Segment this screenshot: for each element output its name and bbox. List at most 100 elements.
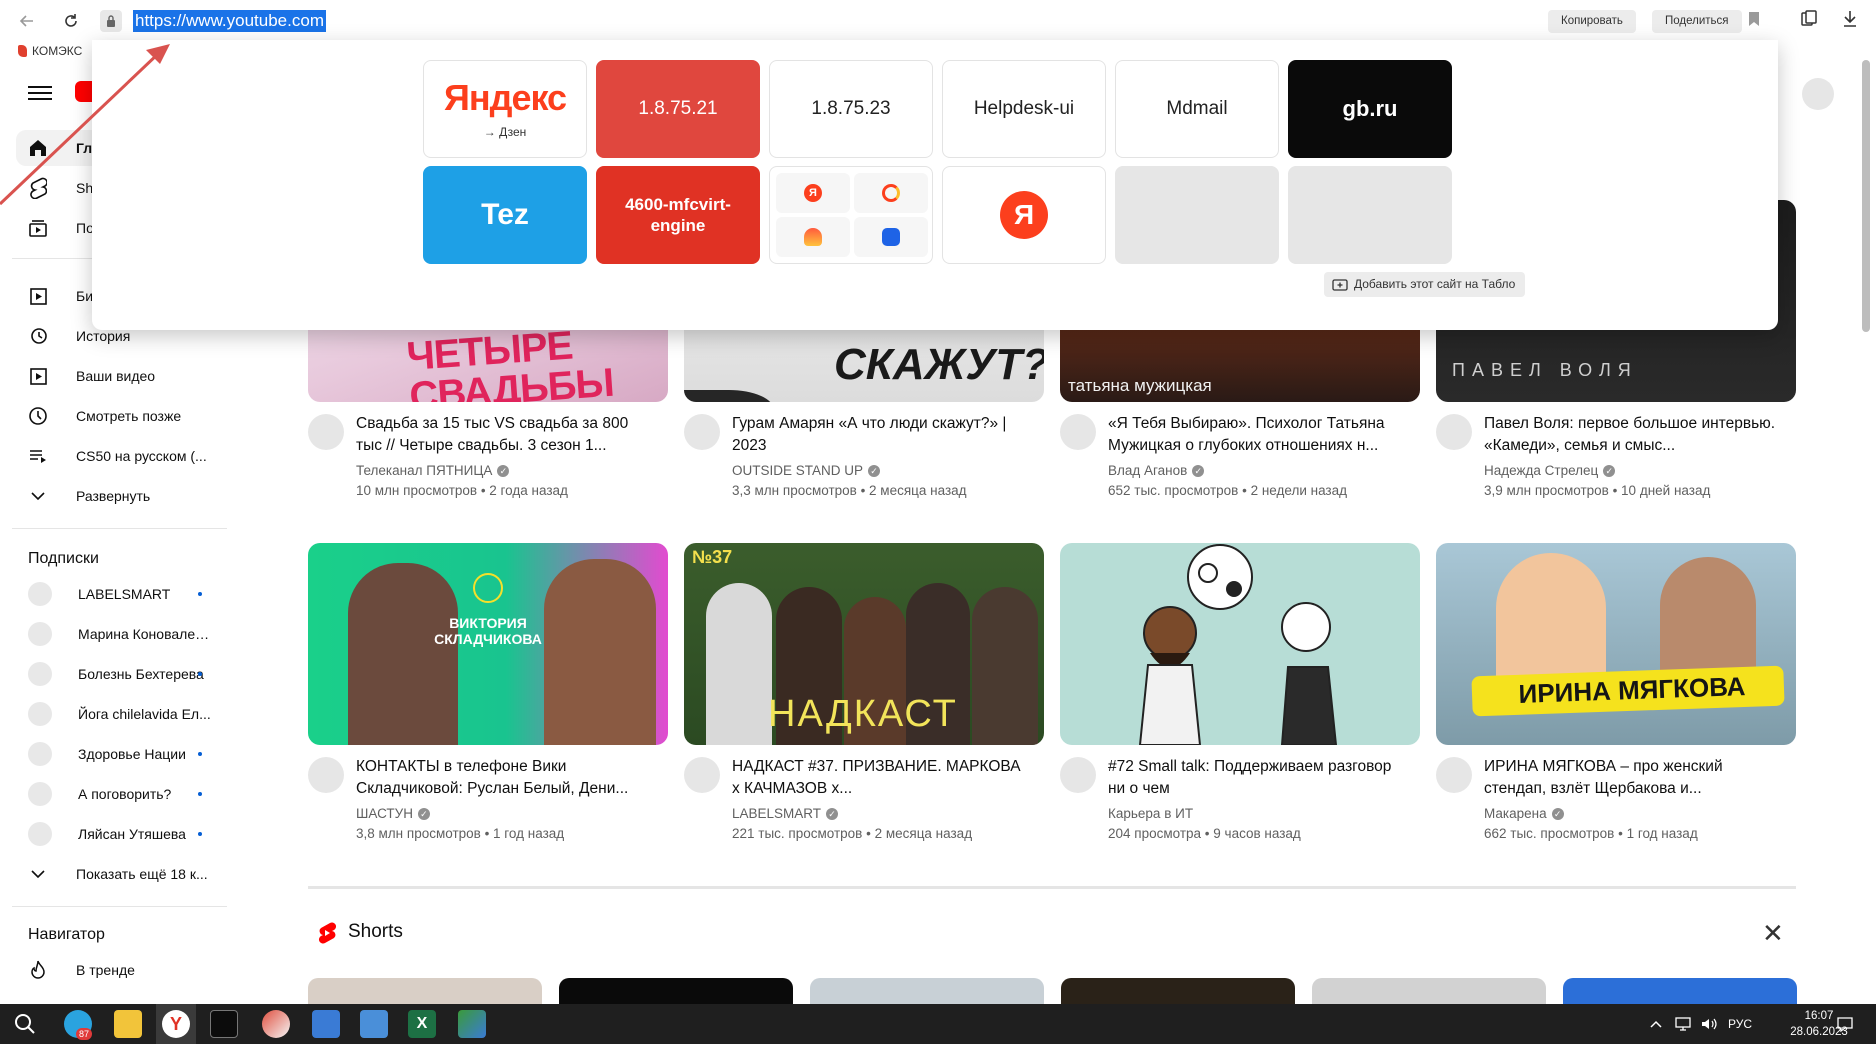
yandex-browser-icon[interactable]: Y [162,1010,190,1038]
remote-desktop-icon[interactable] [262,1010,290,1038]
tile-label: gb.ru [1342,96,1398,121]
video-thumbnail[interactable]: №37 НАДКАСТ [684,543,1044,745]
tablo-tile-yandex-browser[interactable]: Я [942,166,1106,264]
video-title[interactable]: Свадьба за 15 тыс VS свадьба за 800 тыс … [356,413,656,457]
video-channel[interactable]: Влад Аганов ✓ [1108,463,1205,478]
tablo-empty-tile[interactable] [1115,166,1279,264]
network-icon[interactable] [1674,1004,1692,1044]
short-thumbnail[interactable] [308,978,542,1006]
tablo-tile[interactable]: 1.8.75.21 [596,60,760,158]
network-share-icon[interactable] [458,1010,486,1038]
video-thumbnail[interactable]: ИРИНА МЯГКОВА [1436,543,1796,745]
sidebar-subscription[interactable]: Ляйсан Утяшева [16,816,226,852]
account-avatar[interactable] [1802,78,1834,110]
sidebar-subscription[interactable]: LABELSMART [16,576,226,612]
volume-icon[interactable] [1700,1004,1718,1044]
close-icon[interactable]: ✕ [1762,920,1784,946]
sidebar-subscription[interactable]: Йога chilelavida Ел... [16,696,226,732]
tablo-empty-tile[interactable] [1288,166,1452,264]
sidebar-divider [12,906,227,907]
tablo-tile[interactable]: 4600-mfcvirt-engine [596,166,760,264]
network-tool-icon[interactable] [312,1010,340,1038]
sidebar-subscription[interactable]: Болезнь Бехтерева [16,656,226,692]
tablo-tile-yandex[interactable]: Яндекс → Дзен [423,60,587,158]
video-title[interactable]: #72 Small talk: Поддерживаем разговор ни… [1108,756,1408,800]
video-meta: 662 тыс. просмотров • 1 год назад [1484,826,1698,841]
video-title[interactable]: НАДКАСТ #37. ПРИЗВАНИЕ. МАРКОВА х КАЧМАЗ… [732,756,1032,800]
video-meta: 652 тыс. просмотров • 2 недели назад [1108,483,1347,498]
channel-avatar[interactable] [1060,414,1096,450]
yandex-ya-icon: Я [1000,191,1048,239]
channel-avatar[interactable] [1436,757,1472,793]
channel-avatar[interactable] [684,414,720,450]
share-button[interactable]: Поделиться [1652,10,1742,33]
short-thumbnail[interactable] [1563,978,1797,1006]
channel-avatar[interactable] [1060,757,1096,793]
video-title[interactable]: ИРИНА МЯГКОВА – про женский стендап, взл… [1484,756,1784,800]
bookmark-icon[interactable] [1748,11,1760,32]
short-thumbnail[interactable] [1061,978,1295,1006]
site-info-button[interactable] [100,10,122,32]
file-explorer-icon[interactable] [114,1010,142,1038]
copy-url-button[interactable]: Копировать [1548,10,1636,33]
tray-chevron-icon[interactable] [1650,1004,1662,1044]
video-channel[interactable]: Телеканал ПЯТНИЦА ✓ [356,463,510,478]
sidebar-subscription[interactable]: Марина Коноваленко [16,616,226,652]
short-thumbnail[interactable] [1312,978,1546,1006]
tile-sublabel: → Дзен [483,125,527,139]
short-thumbnail[interactable] [559,978,793,1006]
address-bar-url[interactable]: https://www.youtube.com [133,10,326,32]
sidebar-item-trending[interactable]: В тренде [16,952,226,988]
tablo-tile[interactable]: Mdmail [1115,60,1279,158]
sidebar-item-playlist[interactable]: CS50 на русском (... [16,438,226,474]
chevron-down-icon [26,484,50,508]
downloads-icon[interactable] [1842,10,1858,33]
excel-icon[interactable]: X [408,1010,436,1038]
channel-avatar[interactable] [684,757,720,793]
back-button[interactable] [14,8,40,34]
sidebar-item-your-videos[interactable]: Ваши видео [16,358,226,394]
sidebar-item-watch-later[interactable]: Смотреть позже [16,398,226,434]
channel-avatar[interactable] [1436,414,1472,450]
tablo-tile[interactable]: Tez [423,166,587,264]
reload-button[interactable] [58,8,84,34]
channel-avatar[interactable] [308,414,344,450]
notification-icon[interactable] [1836,1004,1854,1044]
short-thumbnail[interactable] [810,978,1044,1006]
terminal-icon[interactable] [210,1010,238,1038]
video-thumbnail[interactable] [1060,543,1420,745]
video-channel[interactable]: ШАСТУН ✓ [356,806,430,821]
video-channel[interactable]: LABELSMART ✓ [732,806,839,821]
tablo-tile[interactable]: gb.ru [1288,60,1452,158]
video-title[interactable]: Павел Воля: первое большое интервью. «Ка… [1484,413,1784,457]
video-thumbnail[interactable]: ВИКТОРИЯ СКЛАДЧИКОВА [308,543,668,745]
video-title[interactable]: «Я Тебя Выбираю». Психолог Татьяна Мужиц… [1108,413,1408,457]
video-title[interactable]: КОНТАКТЫ в телефоне Вики Складчиковой: Р… [356,756,656,800]
tablo-tile-group[interactable]: Я [769,166,933,264]
add-to-tablo-button[interactable]: Добавить этот сайт на Табло [1324,272,1526,297]
subscription-label: А поговорить? [78,786,172,802]
sidebar-show-more[interactable]: Показать ещё 18 к... [16,856,226,892]
video-channel[interactable]: Карьера в ИТ [1108,806,1193,821]
tablo-tile[interactable]: Helpdesk-ui [942,60,1106,158]
sidebar-subscription[interactable]: Здоровье Нации [16,736,226,772]
tablo-tile[interactable]: 1.8.75.23 [769,60,933,158]
subscription-label: Ляйсан Утяшева [78,826,186,842]
add-to-tablo-label: Добавить этот сайт на Табло [1354,277,1516,291]
video-channel[interactable]: Макарена ✓ [1484,806,1564,821]
subscription-label: Болезнь Бехтерева [78,666,204,682]
search-icon[interactable] [14,1013,36,1040]
page-scrollbar-thumb[interactable] [1862,60,1870,332]
sidebar-item-expand[interactable]: Развернуть [16,478,226,514]
sidebar-subscription[interactable]: А поговорить? [16,776,226,812]
video-title[interactable]: Гурам Амарян «А что люди скажут?» | 2023 [732,413,1032,457]
channel-name: Макарена [1484,806,1547,821]
collections-icon[interactable] [1800,10,1818,33]
computer-icon[interactable] [360,1010,388,1038]
channel-avatar[interactable] [308,757,344,793]
video-channel[interactable]: OUTSIDE STAND UP ✓ [732,463,881,478]
language-indicator[interactable]: РУС [1728,1004,1752,1044]
sidebar-item-label: История [76,328,131,344]
your-videos-icon [26,364,50,388]
video-channel[interactable]: Надежда Стрелец ✓ [1484,463,1616,478]
